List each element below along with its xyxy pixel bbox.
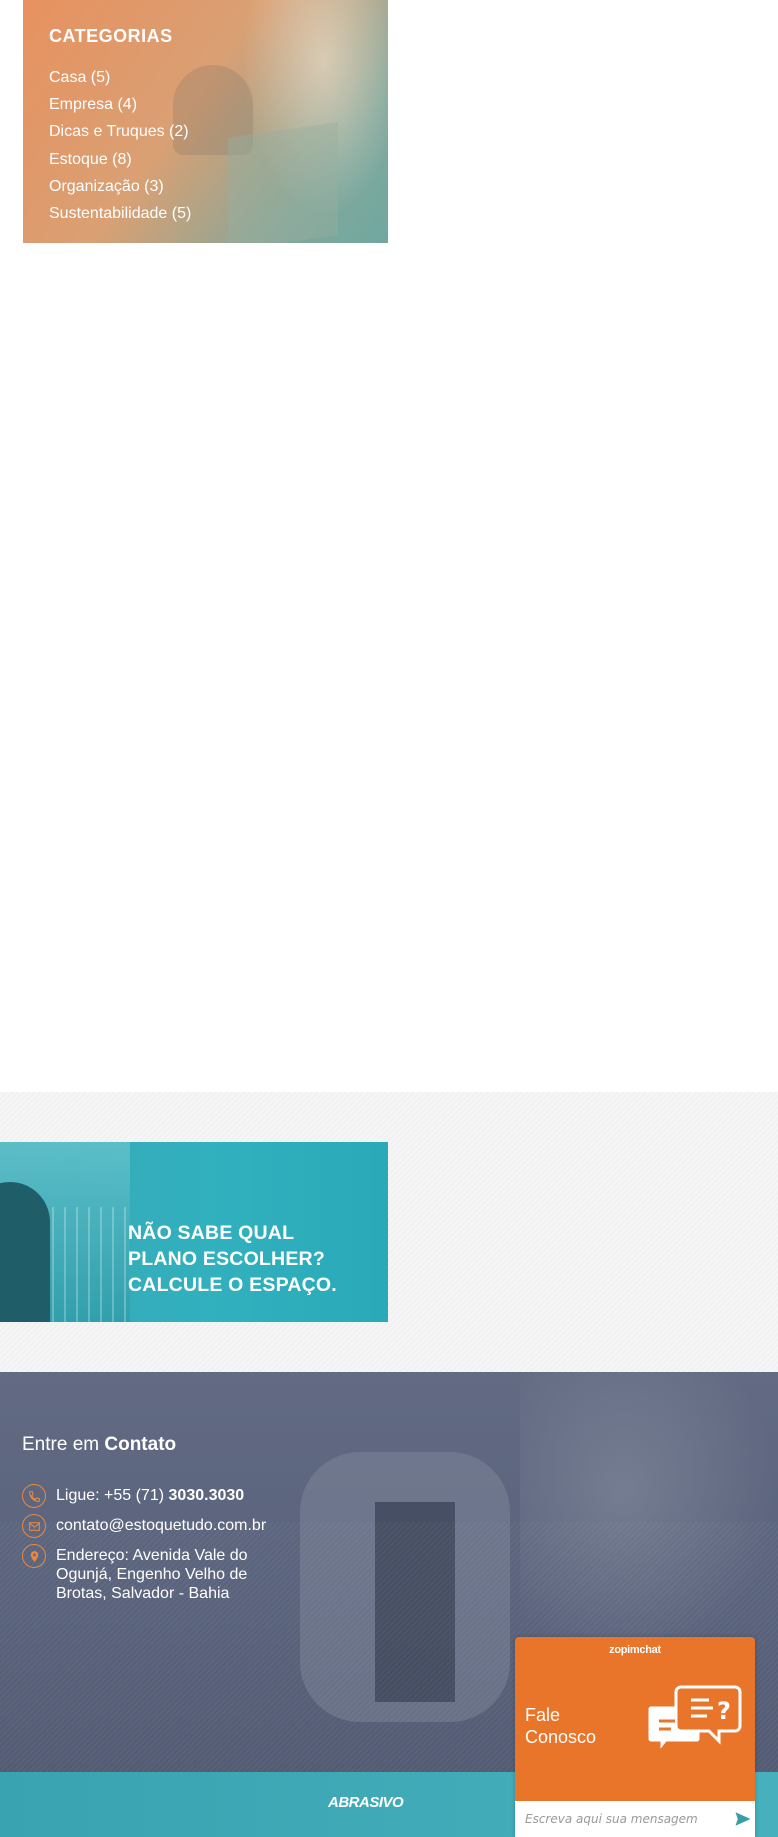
contact-heading-prefix: Entre em	[22, 1434, 105, 1455]
chat-widget[interactable]: zopimchat Fale Conosco ?	[515, 1637, 755, 1837]
contact-heading-bold: Contato	[104, 1434, 177, 1455]
categories-list: Casa (5) Empresa (4) Dicas e Truques (2)…	[49, 64, 191, 227]
agency-logo[interactable]: ABRASIVO	[328, 1794, 404, 1811]
phone-prefix: Ligue: +55 (71)	[56, 1487, 169, 1504]
shelf-lines	[40, 1207, 130, 1322]
category-link-dicas-e-truques[interactable]: Dicas e Truques (2)	[49, 118, 191, 145]
contact-heading: Entre em Contato	[22, 1434, 176, 1456]
chat-input-row	[515, 1801, 755, 1837]
address-text: Endereço: Avenida Vale do Ogunjá, Engenh…	[56, 1547, 248, 1602]
map-pin-icon	[22, 1544, 46, 1568]
banner-line-2: PLANO ESCOLHER?	[128, 1248, 325, 1270]
chat-message-input[interactable]	[515, 1804, 732, 1834]
calculate-space-banner[interactable]: NÃO SABE QUAL PLANO ESCOLHER? CALCULE O …	[0, 1142, 388, 1322]
category-link-organizacao[interactable]: Organização (3)	[49, 173, 191, 200]
svg-text:?: ?	[717, 1697, 731, 1725]
category-link-sustentabilidade[interactable]: Sustentabilidade (5)	[49, 200, 191, 227]
chat-bubbles-icon: ?	[647, 1685, 742, 1758]
person-photo	[0, 1182, 50, 1322]
banner-line-3: CALCULE O ESPAÇO.	[128, 1274, 337, 1296]
send-arrow-icon[interactable]	[731, 1807, 755, 1831]
zopim-brand-logo: zopimchat	[609, 1644, 661, 1656]
category-link-empresa[interactable]: Empresa (4)	[49, 91, 191, 118]
chat-title: Fale Conosco	[525, 1704, 596, 1748]
phone-icon	[22, 1484, 46, 1508]
cardboard-box-photo	[228, 122, 338, 243]
contact-address: Endereço: Avenida Vale do Ogunjá, Engenh…	[22, 1544, 281, 1603]
chat-title-line-1: Fale	[525, 1705, 561, 1725]
contact-phone: Ligue: +55 (71) 3030.3030	[22, 1484, 244, 1508]
categories-title: CATEGORIAS	[49, 26, 173, 46]
phone-number[interactable]: 3030.3030	[169, 1487, 245, 1504]
banner-line-1: NÃO SABE QUAL	[128, 1222, 295, 1244]
envelope-icon	[22, 1514, 46, 1538]
category-link-casa[interactable]: Casa (5)	[49, 64, 191, 91]
contact-email: contato@estoquetudo.com.br	[22, 1514, 266, 1538]
category-link-estoque[interactable]: Estoque (8)	[49, 146, 191, 173]
banner-text: NÃO SABE QUAL PLANO ESCOLHER? CALCULE O …	[128, 1220, 337, 1298]
categories-widget: CATEGORIAS Casa (5) Empresa (4) Dicas e …	[23, 0, 388, 243]
email-link[interactable]: contato@estoquetudo.com.br	[56, 1514, 266, 1535]
chat-title-line-2: Conosco	[525, 1727, 597, 1747]
